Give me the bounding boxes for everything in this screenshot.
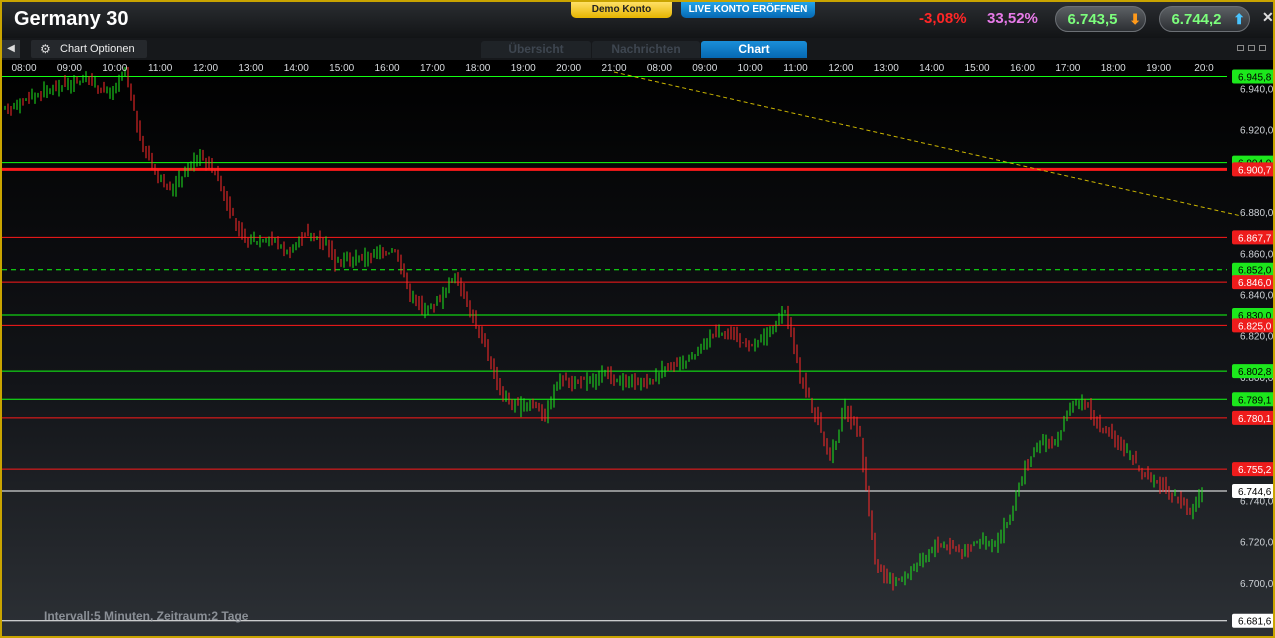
price-tag-label: 6.945,8: [1238, 73, 1272, 84]
time-label: 18:00: [465, 63, 490, 74]
time-label: 18:00: [1101, 63, 1126, 74]
time-label: 09:00: [692, 63, 717, 74]
time-label: 10:00: [738, 63, 763, 74]
time-label: 20:00: [556, 63, 581, 74]
price-tag-label: 6.846,0: [1238, 278, 1272, 289]
time-label: 08:00: [647, 63, 672, 74]
time-label: 16:00: [1010, 63, 1035, 74]
time-label: 10:00: [102, 63, 127, 74]
price-tag-label: 6.681,6: [1238, 617, 1272, 628]
instrument-title: Germany 30: [14, 8, 129, 30]
time-label: 11:00: [148, 63, 173, 74]
y-tick-label: 6.720,0: [1240, 538, 1274, 549]
y-tick-label: 6.840,0: [1240, 290, 1274, 301]
chart-options-button[interactable]: ⚙ Chart Optionen: [31, 40, 147, 58]
tab-overview[interactable]: Übersicht: [481, 41, 591, 58]
maximize-icon[interactable]: [1259, 45, 1266, 51]
price-tag-label: 6.755,2: [1238, 465, 1272, 476]
time-label: 14:00: [284, 63, 309, 74]
header-bar: Germany 30 Demo Konto LIVE KONTO ERÖFFNE…: [2, 2, 1273, 38]
y-tick-label: 6.820,0: [1240, 332, 1274, 343]
close-icon[interactable]: ✕: [1262, 9, 1273, 26]
buy-price: 6.744,2: [1171, 11, 1222, 28]
sell-price: 6.743,5: [1067, 11, 1118, 28]
open-live-account-button[interactable]: LIVE KONTO ERÖFFNEN: [681, 2, 815, 18]
gear-icon: ⚙: [40, 42, 51, 56]
time-label: 20:0: [1194, 63, 1214, 74]
time-label: 13:00: [238, 63, 263, 74]
time-label: 15:00: [965, 63, 990, 74]
time-label: 11:00: [783, 63, 808, 74]
price-tag-label: 6.867,7: [1238, 233, 1272, 244]
demo-account-button[interactable]: Demo Konto: [571, 2, 672, 18]
price-tag-label: 6.900,7: [1238, 165, 1272, 176]
time-label: 12:00: [193, 63, 218, 74]
time-label: 17:00: [1055, 63, 1080, 74]
tab-news[interactable]: Nachrichten: [592, 41, 700, 58]
time-label: 16:00: [375, 63, 400, 74]
time-label: 12:00: [828, 63, 853, 74]
collapse-panel-button[interactable]: ◀: [2, 40, 20, 58]
sell-button[interactable]: 6.743,5 ⬇: [1055, 6, 1146, 32]
price-tag-label: 6.780,1: [1238, 414, 1272, 425]
y-tick-label: 6.740,0: [1240, 496, 1274, 507]
app-window: Germany 30 Demo Konto LIVE KONTO ERÖFFNE…: [0, 0, 1275, 638]
chart-toolbar: ◀ ⚙ Chart Optionen Übersicht Nachrichten…: [2, 38, 1273, 61]
price-tag-label: 6.789,1: [1238, 395, 1272, 406]
chart-background: [2, 60, 1273, 636]
arrow-down-icon: ⬇: [1129, 11, 1141, 27]
time-label: 19:00: [511, 63, 536, 74]
restore-icon[interactable]: [1248, 45, 1255, 51]
buy-button[interactable]: 6.744,2 ⬆: [1159, 6, 1250, 32]
sentiment-percent: 33,52%: [987, 10, 1038, 27]
time-label: 19:00: [1146, 63, 1171, 74]
time-label: 08:00: [11, 63, 36, 74]
price-tag-label: 6.802,8: [1238, 367, 1272, 378]
time-label: 17:00: [420, 63, 445, 74]
y-tick-label: 6.920,0: [1240, 126, 1274, 137]
y-tick-label: 6.860,0: [1240, 249, 1274, 260]
tab-chart[interactable]: Chart: [701, 41, 807, 58]
y-tick-label: 6.880,0: [1240, 208, 1274, 219]
y-tick-label: 6.940,0: [1240, 84, 1274, 95]
chart-options-label: Chart Optionen: [60, 43, 135, 55]
arrow-up-icon: ⬆: [1233, 11, 1245, 27]
y-tick-label: 6.700,0: [1240, 579, 1274, 590]
time-label: 21:00: [601, 63, 626, 74]
chart-interval-info: Intervall:5 Minuten, Zeitraum:2 Tage: [44, 609, 249, 623]
price-tag-label: 6.852,0: [1238, 266, 1272, 277]
time-label: 13:00: [874, 63, 899, 74]
time-label: 15:00: [329, 63, 354, 74]
price-tag-label: 6.825,0: [1238, 321, 1272, 332]
price-chart[interactable]: 08:00 09:00 10:00 11:00 12:00 13:00 14:00 15:00…: [2, 60, 1275, 638]
time-label: 14:00: [919, 63, 944, 74]
price-tag-label: 6.744,6: [1238, 487, 1272, 498]
daily-change-percent: -3,08%: [919, 10, 967, 27]
time-label: 09:00: [57, 63, 82, 74]
minimize-icon[interactable]: [1237, 45, 1244, 51]
